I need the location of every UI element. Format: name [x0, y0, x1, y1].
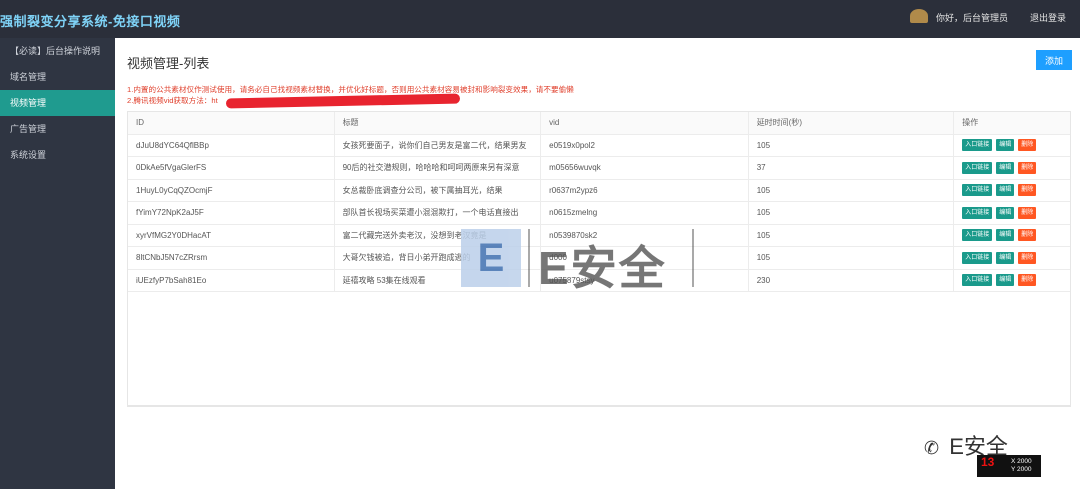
cell-delay: 37 — [747, 157, 954, 179]
cell-ops: 入口链接 编辑 删除 — [953, 134, 1070, 156]
col-ops-header: 操作 — [953, 112, 1070, 134]
cell-title: 90后的社交潜规则，哈哈哈和呵呵两原来另有深意 — [333, 157, 541, 179]
sidebar-item-ads[interactable]: 广告管理 — [0, 116, 115, 142]
edit-button[interactable]: 编辑 — [996, 274, 1015, 287]
edit-button[interactable]: 编辑 — [996, 206, 1015, 219]
edit-button[interactable]: 编辑 — [996, 229, 1015, 242]
greeting-text: 你好，后台管理员 — [935, 13, 1008, 23]
sidebar-item-domains[interactable]: 域名管理 — [0, 64, 115, 90]
cell-ops: 入口链接 编辑 删除 — [953, 269, 1070, 291]
cell-vid: n0615zmelng — [540, 202, 748, 224]
table-header-row: ID 标题 vid 延时时间(秒) 操作 — [128, 112, 1070, 135]
delete-button[interactable]: 删除 — [1018, 229, 1037, 242]
add-button[interactable]: 添加 — [1036, 50, 1072, 70]
col-vid-header: vid — [540, 112, 748, 134]
cell-delay: 230 — [747, 269, 954, 291]
top-navbar: 强制裂变分享系统-免接口视频 你好，后台管理员 退出登录 — [0, 0, 1080, 38]
watermark-logo-icon: E — [461, 229, 521, 287]
table-row: fYimY72NpK2aJ5F 部队首长视场买菜遭小混混欺打，一个电话直接出 n… — [128, 202, 1070, 225]
delete-button[interactable]: 删除 — [1018, 251, 1037, 264]
cell-vid: m05656wuvqk — [540, 157, 748, 179]
badge-line-1: X 2000 — [1011, 458, 1032, 465]
edit-button[interactable]: 编辑 — [996, 251, 1015, 264]
cell-ops: 入口链接 编辑 删除 — [953, 224, 1070, 246]
entry-link-button[interactable]: 入口链接 — [962, 161, 993, 174]
sidebar-item-guide[interactable]: 【必读】后台操作说明 — [0, 38, 115, 64]
notice-line-1: 1.内置的公共素材仅作测试使用，请务必自己找视频素材替换，并优化好标题，否则用公… — [127, 85, 574, 94]
entry-link-button[interactable]: 入口链接 — [962, 251, 993, 264]
sidebar: 【必读】后台操作说明 域名管理 视频管理 广告管理 系统设置 — [0, 38, 115, 489]
table-row: 0DkAe5fVgaGlerFS 90后的社交潜规则，哈哈哈和呵呵两原来另有深意… — [128, 157, 1070, 180]
cell-delay: 105 — [747, 179, 954, 201]
cell-id: 0DkAe5fVgaGlerFS — [136, 163, 207, 173]
watermark-text: E安全 — [538, 242, 667, 294]
delete-button[interactable]: 删除 — [1018, 206, 1037, 219]
avatar[interactable] — [909, 9, 928, 23]
coordinate-badge: 13 X 2000 Y 2000 — [977, 455, 1041, 477]
sidebar-item-settings[interactable]: 系统设置 — [0, 142, 115, 168]
entry-link-button[interactable]: 入口链接 — [962, 139, 993, 152]
cell-delay: 105 — [747, 224, 954, 246]
cell-vid: e0519x0pol2 — [540, 134, 748, 156]
delete-button[interactable]: 删除 — [1018, 161, 1037, 174]
cell-title: 女孩死要面子，说你们自己男友是富二代，结果男友 — [333, 134, 541, 156]
logout-link[interactable]: 退出登录 — [1030, 11, 1066, 24]
cell-delay: 105 — [747, 202, 954, 224]
badge-number: 13 — [981, 455, 995, 469]
user-area: 你好，后台管理员 退出登录 — [909, 9, 1066, 24]
table-row: dJuU8dYC64QflBBp 女孩死要面子，说你们自己男友是富二代，结果男友… — [128, 134, 1070, 157]
page-title: 视频管理-列表 — [127, 56, 210, 71]
cell-id: fYimY72NpK2aJ5F — [136, 208, 204, 218]
delete-button[interactable]: 删除 — [1018, 274, 1037, 287]
badge-line-2: Y 2000 — [1011, 466, 1032, 473]
delete-button[interactable]: 删除 — [1018, 184, 1037, 197]
cell-ops: 入口链接 编辑 删除 — [953, 202, 1070, 224]
edit-button[interactable]: 编辑 — [996, 184, 1015, 197]
cell-id: dJuU8dYC64QflBBp — [136, 140, 209, 150]
cell-id: iUEzfyP7bSah81Eo — [136, 275, 207, 285]
app-title: 强制裂变分享系统-免接口视频 — [0, 14, 181, 29]
entry-link-button[interactable]: 入口链接 — [962, 274, 993, 287]
table-row: 1HuyL0yCqQZOcmjF 女总裁卧底调查分公司，被下属抽耳光，结果 r0… — [128, 179, 1070, 202]
cell-title: 女总裁卧底调查分公司，被下属抽耳光，结果 — [333, 179, 541, 201]
cell-id: 8ltCNbJ5N7cZRrsm — [136, 253, 208, 263]
sidebar-item-videos[interactable]: 视频管理 — [0, 90, 115, 116]
cell-ops: 入口链接 编辑 删除 — [953, 247, 1070, 269]
cell-title: 部队首长视场买菜遭小混混欺打，一个电话直接出 — [333, 202, 541, 224]
wechat-icon: ✆ — [924, 438, 940, 458]
cell-id: 1HuyL0yCqQZOcmjF — [136, 185, 213, 195]
cell-ops: 入口链接 编辑 删除 — [953, 157, 1070, 179]
col-delay-header: 延时时间(秒) — [747, 112, 954, 134]
cell-vid: r0637m2ypz6 — [540, 179, 748, 201]
delete-button[interactable]: 删除 — [1018, 139, 1037, 152]
entry-link-button[interactable]: 入口链接 — [962, 184, 993, 197]
col-id-header: ID — [136, 118, 144, 128]
cell-delay: 105 — [747, 134, 954, 156]
cell-delay: 105 — [747, 247, 954, 269]
entry-link-button[interactable]: 入口链接 — [962, 206, 993, 219]
cell-id: xyrVfMG2Y0DHacAT — [136, 230, 211, 240]
entry-link-button[interactable]: 入口链接 — [962, 229, 993, 242]
col-title-header: 标题 — [333, 112, 541, 134]
cell-ops: 入口链接 编辑 删除 — [953, 179, 1070, 201]
edit-button[interactable]: 编辑 — [996, 161, 1015, 174]
table-empty-area — [128, 292, 1070, 406]
edit-button[interactable]: 编辑 — [996, 139, 1015, 152]
